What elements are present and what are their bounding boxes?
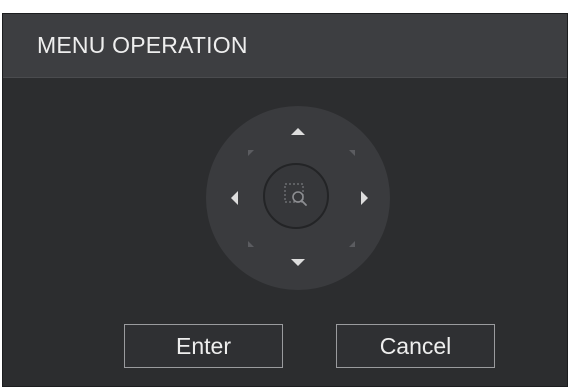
dialog-title-bar: MENU OPERATION [3,14,567,78]
dialog-title: MENU OPERATION [37,32,248,58]
chevron-left-icon [231,191,238,205]
nav-down-left-button[interactable] [246,237,258,249]
dialog-body: Enter Cancel [3,78,567,386]
corner-down-right-icon [349,241,355,247]
nav-center-zoom-button[interactable] [263,163,329,229]
corner-down-left-icon [248,241,254,247]
chevron-down-icon [291,259,305,266]
nav-up-left-button[interactable] [246,148,258,160]
nav-left-button[interactable] [220,183,250,213]
zoom-search-icon [284,183,307,206]
corner-up-left-icon [248,150,254,156]
nav-up-button[interactable] [283,116,313,146]
enter-button[interactable]: Enter [124,324,283,368]
chevron-right-icon [361,191,368,205]
nav-up-right-button[interactable] [345,148,357,160]
direction-nav-pad [206,106,390,290]
chevron-up-icon [291,128,305,135]
nav-down-button[interactable] [283,248,313,278]
cancel-button[interactable]: Cancel [336,324,495,368]
corner-up-right-icon [349,150,355,156]
nav-down-right-button[interactable] [345,237,357,249]
menu-operation-dialog: MENU OPERATION Enter Cancel [2,13,568,387]
nav-right-button[interactable] [349,183,379,213]
